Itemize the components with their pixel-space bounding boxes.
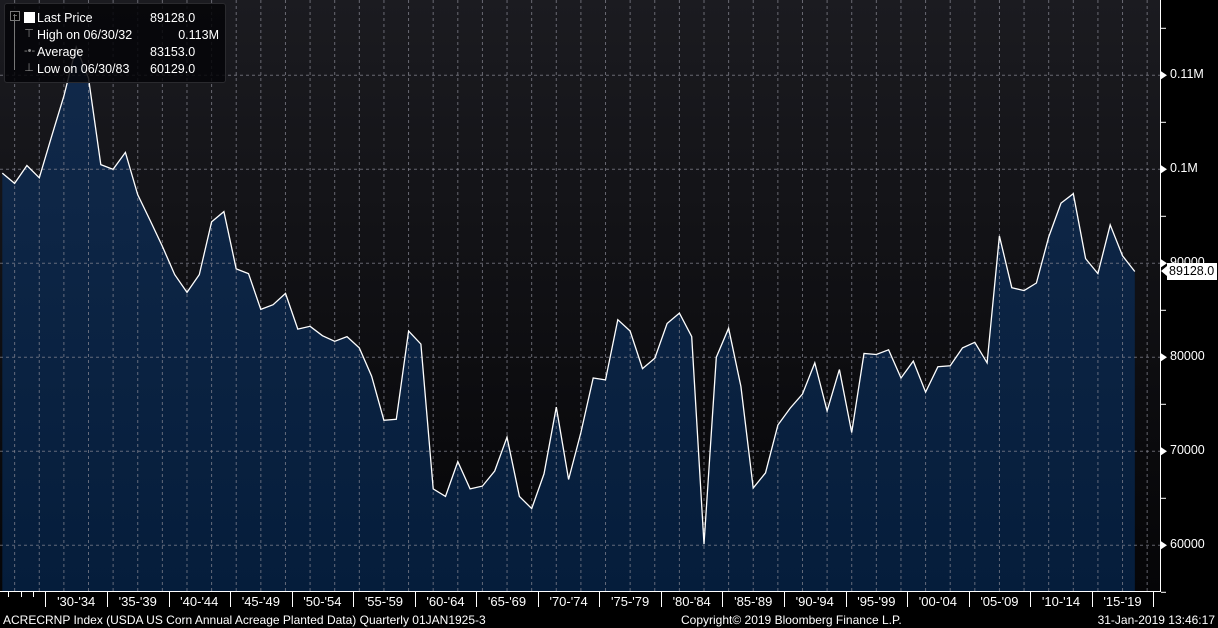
legend-last-price-label: Last Price — [37, 11, 93, 25]
x-tick-label: '65-'69 — [487, 594, 527, 609]
x-tick-label: '05-'09 — [980, 594, 1019, 609]
legend-low-value: 60129.0 — [150, 62, 196, 76]
x-tick-label: '70-'74 — [549, 594, 588, 609]
x-tick-label: '55-'59 — [364, 594, 404, 609]
x-tick-label: '75-'79 — [611, 594, 650, 609]
x-tick-label: '45-'49 — [241, 594, 280, 609]
x-tick-label: '00-'04 — [918, 594, 957, 609]
security-description: ACRECRNP Index (USDA US Corn Annual Acre… — [3, 613, 486, 627]
x-tick-label: '15-'19 — [1103, 594, 1142, 609]
x-minor-tick — [33, 592, 35, 597]
legend-low-label: Low on 06/30/83 — [37, 62, 130, 76]
x-tick-label: '40-'44 — [180, 594, 219, 609]
x-tick-label: '95-'99 — [857, 594, 896, 609]
x-tick-label: '90-'94 — [795, 594, 834, 609]
x-tick-label: '10-'14 — [1041, 594, 1081, 609]
x-minor-tick — [8, 592, 10, 597]
x-tick-label: '60-'64 — [426, 594, 465, 609]
area-chart — [0, 0, 1218, 612]
legend-high-label: High on 06/30/32 — [37, 28, 133, 42]
y-tick-label: 70000 — [1170, 443, 1205, 458]
y-tick-label: 0.11M — [1170, 67, 1204, 82]
y-tick-label: 60000 — [1170, 537, 1205, 552]
x-tick-label: '35-'39 — [118, 594, 157, 609]
x-tick-label: '80-'84 — [672, 594, 711, 609]
x-tick-label: '30-'34 — [57, 594, 96, 609]
legend-last-price-value: 89128.0 — [150, 11, 196, 25]
legend-average-label: Average — [37, 45, 84, 59]
footer: ACRECRNP Index (USDA US Corn Annual Acre… — [0, 612, 1218, 628]
legend-high-value: 0.113M — [178, 28, 219, 42]
timestamp: 31-Jan-2019 13:46:17 — [1097, 613, 1215, 627]
low-marker-icon: ⊥ — [24, 62, 34, 74]
legend: − Last Price 89128.0 ⊤ High on 06/30/32 … — [4, 3, 226, 83]
y-tick-label: 0.1M — [1170, 161, 1198, 176]
legend-tree-line — [14, 14, 21, 70]
last-price-tag: 89128.0 — [1160, 263, 1218, 280]
last-price-swatch-icon — [24, 12, 35, 23]
average-marker-icon: -•- — [24, 45, 36, 57]
legend-average-value: 83153.0 — [150, 45, 196, 59]
x-minor-tick — [20, 592, 22, 597]
x-tick-label: '85-'89 — [734, 594, 773, 609]
axis-background — [1160, 0, 1218, 612]
x-axis-labels: '30-'34 '35-'39 '40-'44 '45-'49 '50-'54 '55-'… — [0, 592, 1160, 612]
y-tick-label: 80000 — [1170, 349, 1205, 364]
high-marker-icon: ⊤ — [24, 28, 34, 40]
copyright-text: Copyright© 2019 Bloomberg Finance L.P. — [681, 613, 902, 627]
x-tick-label: '50-'54 — [303, 594, 342, 609]
